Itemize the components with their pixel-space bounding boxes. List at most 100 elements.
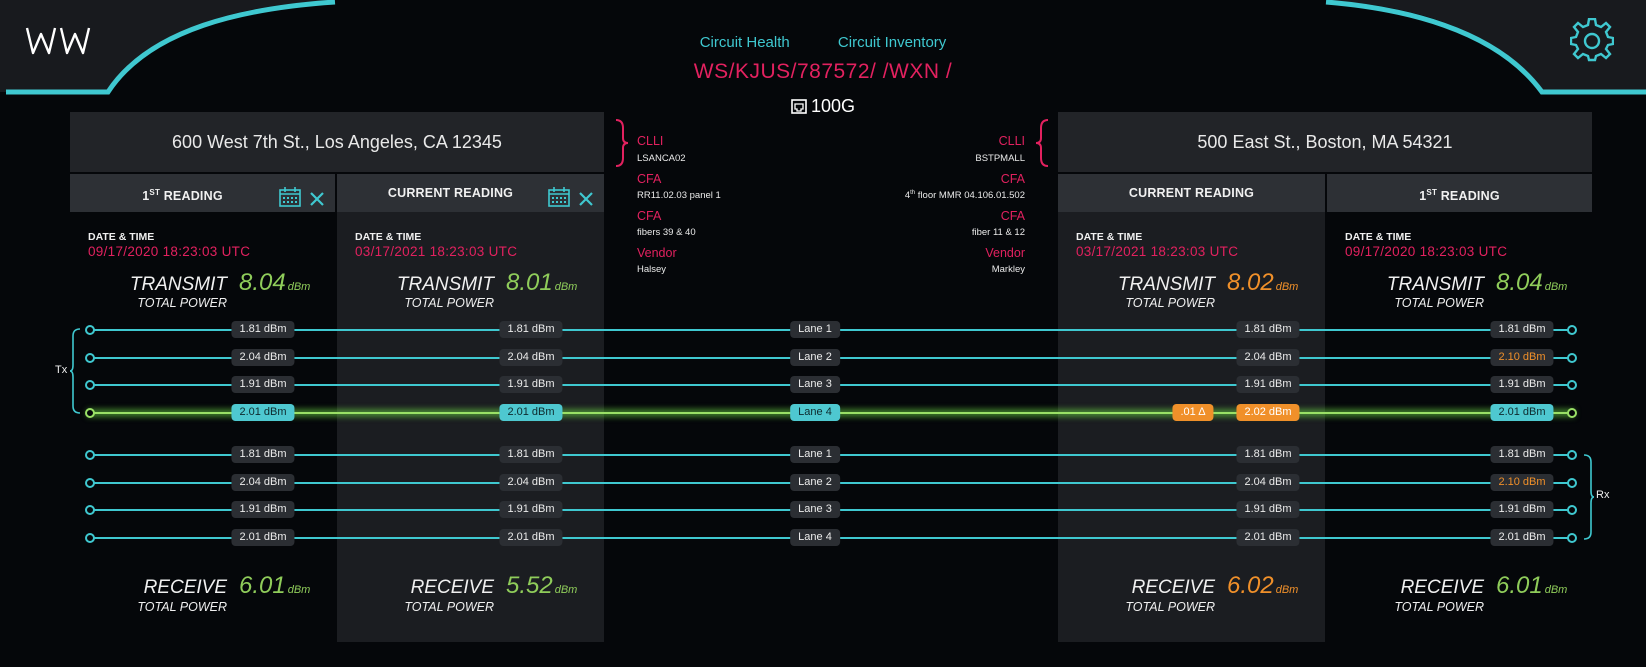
right-vendor-label: Vendor [985, 246, 1025, 260]
lane-reading-value[interactable]: 2.01 dBm [1490, 528, 1554, 546]
lane-reading-value[interactable]: 1.81 dBm [499, 446, 563, 463]
lane-reading-value[interactable]: 2.01 dBm [1236, 528, 1300, 546]
lane-reading-value[interactable]: 2.01 dBm [231, 528, 295, 546]
transmit-total-power-value: 8.02 dBm [1227, 269, 1298, 297]
unit: dBm [1544, 281, 1568, 293]
lane-reading-value[interactable]: 1.81 dBm [1236, 321, 1300, 338]
lane-reading-value[interactable]: 1.81 dBm [1236, 446, 1300, 463]
right-clli-label: CLLI [998, 134, 1025, 148]
lane-label[interactable]: Lane 4 [790, 403, 840, 421]
lane-endpoint [85, 505, 95, 515]
col-header-text: READING [160, 189, 223, 204]
transmit-total-power-label: TOTAL POWER [1394, 296, 1484, 310]
lane-endpoint [1567, 532, 1577, 543]
close-icon[interactable] [578, 184, 594, 222]
lane-reading-value[interactable]: 1.91 dBm [231, 501, 295, 518]
nav-circuit-inventory[interactable]: Circuit Inventory [838, 34, 946, 51]
receive-total-power-label: TOTAL POWER [404, 600, 494, 614]
transmit-number: 8.01 [506, 269, 553, 296]
delta-badge[interactable]: .01 Δ [1172, 403, 1214, 421]
lane-reading-value[interactable]: 1.81 dBm [1490, 446, 1554, 463]
transmit-total-power-value: 8.04 dBm [239, 269, 310, 297]
tx-bracket [70, 328, 81, 414]
lane-endpoint [1567, 325, 1577, 335]
lane-reading-value[interactable]: 2.01 dBm [1490, 403, 1554, 421]
lane-label[interactable]: Lane 4 [790, 528, 840, 546]
lane-reading-value[interactable]: 1.91 dBm [1490, 376, 1554, 393]
lane-reading-value[interactable]: 2.04 dBm [499, 473, 563, 491]
lane-reading-value[interactable]: 1.81 dBm [231, 321, 295, 338]
receive-number: 6.02 [1227, 572, 1274, 599]
lane-reading-value[interactable]: 2.04 dBm [1236, 348, 1300, 366]
date-time-label: DATE & TIME [1345, 231, 1412, 243]
lane-reading-value[interactable]: 1.81 dBm [499, 321, 563, 338]
lane-label[interactable]: Lane 2 [790, 473, 840, 491]
lane-reading-value[interactable]: 1.81 dBm [231, 446, 295, 463]
lane-reading-value[interactable]: 2.04 dBm [231, 473, 295, 491]
lane-reading-value[interactable]: 2.04 dBm [1236, 473, 1300, 491]
lane-label[interactable]: Lane 1 [790, 446, 840, 463]
left-vendor-label: Vendor [637, 246, 677, 260]
lane-reading-value[interactable]: 2.10 dBm [1490, 348, 1554, 366]
receive-label: RECEIVE [410, 577, 494, 598]
receive-number: 6.01 [239, 572, 286, 599]
lane-endpoint [1567, 450, 1577, 460]
receive-total-power-label: TOTAL POWER [1394, 600, 1484, 614]
right-cfa2-label: CFA [1000, 209, 1025, 223]
left-vendor-value: Halsey [637, 264, 667, 275]
calendar-icon[interactable] [279, 184, 302, 222]
transmit-label: TRANSMIT [1117, 274, 1215, 295]
lane-endpoint [85, 352, 95, 363]
lane-reading-value[interactable]: 1.91 dBm [499, 376, 563, 393]
lane-reading-value[interactable]: 2.04 dBm [499, 348, 563, 366]
lane-reading-value[interactable]: 1.91 dBm [1236, 501, 1300, 518]
lane-label[interactable]: Lane 3 [790, 501, 840, 518]
lane-endpoint [1567, 380, 1577, 390]
lane-reading-value[interactable]: 2.04 dBm [231, 348, 295, 366]
date-time-label: DATE & TIME [1076, 231, 1143, 243]
col-header-text: CURRENT READING [1128, 186, 1255, 200]
lane-endpoint [1567, 407, 1577, 418]
left-clli-value: LSANCA02 [637, 153, 686, 164]
col-header-text: CURRENT READING [387, 186, 514, 200]
lane-reading-value[interactable]: 2.01 dBm [499, 403, 563, 421]
right-cfa2-value: fiber 11 & 12 [971, 227, 1025, 238]
lane-reading-value[interactable]: 1.81 dBm [1490, 321, 1554, 338]
left-cfa2-label: CFA [637, 209, 662, 223]
col-header-text: READING [1437, 189, 1500, 204]
unit: dBm [554, 584, 578, 596]
receive-label: RECEIVE [143, 577, 227, 598]
lane-reading-value[interactable]: 2.02 dBm [1236, 403, 1300, 421]
lane-reading-value[interactable]: 1.91 dBm [1236, 376, 1300, 393]
date-time-label: DATE & TIME [88, 231, 155, 243]
lane-endpoint [85, 380, 95, 390]
lane-endpoint [85, 407, 95, 418]
lane-reading-value[interactable]: 2.10 dBm [1490, 473, 1554, 491]
lane-reading-value[interactable]: 2.01 dBm [231, 403, 295, 421]
unit: dBm [1544, 584, 1568, 596]
col-header-right-current: CURRENT READING [1058, 174, 1325, 212]
transmit-total-power-label: TOTAL POWER [1125, 296, 1215, 310]
close-icon[interactable] [309, 184, 325, 222]
unit: dBm [1275, 281, 1299, 293]
left-cfa2-value: fibers 39 & 40 [637, 227, 696, 238]
lane-reading-value[interactable]: 1.91 dBm [499, 501, 563, 518]
lane-label[interactable]: Lane 3 [790, 376, 840, 393]
lane-endpoint [85, 532, 95, 543]
lane-reading-value[interactable]: 1.91 dBm [231, 376, 295, 393]
calendar-icon[interactable] [548, 184, 571, 222]
rx-label: Rx [1596, 489, 1610, 501]
lane-label[interactable]: Lane 2 [790, 348, 840, 366]
lane-label[interactable]: Lane 1 [790, 321, 840, 338]
lane-reading-value[interactable]: 2.01 dBm [499, 528, 563, 546]
right-clli-value: BSTPMALL [975, 153, 1025, 164]
col-header-left-current: CURRENT READING [337, 174, 604, 212]
lane-reading-value[interactable]: 1.91 dBm [1490, 501, 1554, 518]
top-nav: Circuit Health Circuit Inventory [0, 34, 1646, 51]
ethernet-port-icon [791, 99, 807, 114]
receive-total-power-label: TOTAL POWER [1125, 600, 1215, 614]
left-clli-label: CLLI [637, 134, 664, 148]
rx-bracket [1583, 454, 1594, 540]
nav-circuit-health[interactable]: Circuit Health [700, 34, 790, 51]
col-header-left-first: 1ST READING [70, 174, 335, 212]
